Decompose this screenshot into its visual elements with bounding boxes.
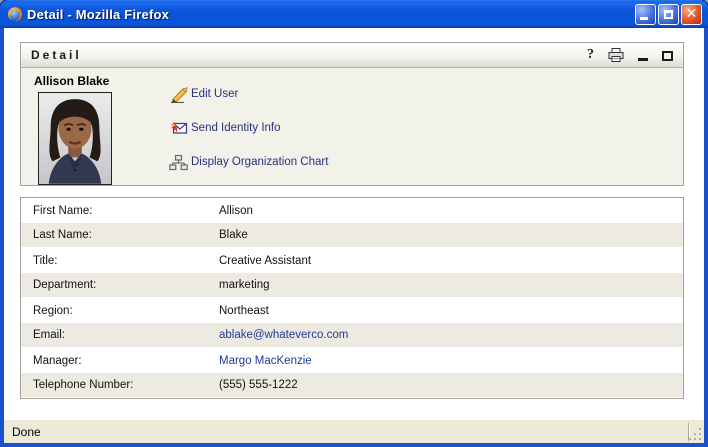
detail-panel: Detail ? Allison Bla	[20, 42, 684, 186]
action-links: Edit User Send Identity Info	[169, 84, 328, 186]
profile-section: Allison Blake	[21, 68, 683, 185]
field-label: Manager:	[21, 355, 219, 367]
field-label: Last Name:	[21, 229, 219, 241]
display-org-chart-link[interactable]: Display Organization Chart	[169, 152, 328, 172]
print-icon[interactable]	[608, 47, 624, 63]
field-label: Region:	[21, 305, 219, 317]
window-title: Detail - Mozilla Firefox	[27, 7, 635, 22]
field-value: Allison	[219, 205, 253, 217]
maximize-button[interactable]	[658, 4, 679, 25]
table-row: First Name: Allison	[21, 198, 683, 223]
pencil-icon	[169, 85, 188, 103]
table-row: Manager: Margo MacKenzie	[21, 348, 683, 373]
field-label: Telephone Number:	[21, 379, 219, 391]
panel-maximize-icon[interactable]	[662, 47, 673, 63]
close-button[interactable]: ✕	[681, 4, 702, 25]
org-chart-icon	[169, 153, 188, 171]
field-value: marketing	[219, 279, 270, 291]
page-content: Detail ? Allison Bla	[4, 28, 704, 419]
table-row: Telephone Number: (555) 555-1222	[21, 373, 683, 398]
close-icon: ✕	[686, 7, 698, 21]
send-mail-icon	[169, 119, 188, 137]
table-row: Email: ablake@whateverco.com	[21, 323, 683, 348]
field-value: Blake	[219, 229, 248, 241]
titlebar[interactable]: Detail - Mozilla Firefox ✕	[0, 0, 708, 28]
panel-minimize-icon[interactable]	[638, 47, 648, 63]
field-label: Department:	[21, 279, 219, 291]
table-row: Department: marketing	[21, 273, 683, 298]
resize-grip-icon[interactable]	[689, 428, 702, 441]
statusbar: Done	[4, 419, 704, 443]
field-value: Northeast	[219, 305, 269, 317]
attributes-table: First Name: Allison Last Name: Blake Tit…	[20, 197, 684, 399]
field-label: First Name:	[21, 205, 219, 217]
table-row: Title: Creative Assistant	[21, 248, 683, 273]
send-identity-info-link[interactable]: Send Identity Info	[169, 118, 328, 138]
edit-user-label: Edit User	[191, 88, 238, 100]
field-value: Creative Assistant	[219, 255, 311, 267]
window-controls: ✕	[635, 4, 702, 25]
table-row: Region: Northeast	[21, 298, 683, 323]
edit-user-link[interactable]: Edit User	[169, 84, 328, 104]
field-label: Title:	[21, 255, 219, 267]
help-icon[interactable]: ?	[587, 47, 594, 63]
send-identity-info-label: Send Identity Info	[191, 122, 281, 134]
field-value: (555) 555-1222	[219, 379, 298, 391]
profile-name: Allison Blake	[34, 74, 109, 88]
panel-toolbar: ?	[587, 47, 673, 63]
detail-panel-header: Detail ?	[21, 43, 683, 68]
minimize-button[interactable]	[635, 4, 656, 25]
profile-photo	[38, 92, 112, 185]
browser-window: Detail - Mozilla Firefox ✕ Detail ?	[0, 0, 708, 447]
field-value[interactable]: Margo MacKenzie	[219, 355, 312, 367]
maximize-icon	[664, 10, 673, 19]
display-org-chart-label: Display Organization Chart	[191, 156, 328, 168]
field-value[interactable]: ablake@whateverco.com	[219, 329, 348, 341]
minimize-icon	[640, 17, 648, 20]
field-label: Email:	[21, 329, 219, 341]
table-row: Last Name: Blake	[21, 223, 683, 248]
page-title: Detail	[31, 48, 587, 62]
status-text: Done	[4, 425, 688, 439]
firefox-icon	[7, 6, 23, 22]
